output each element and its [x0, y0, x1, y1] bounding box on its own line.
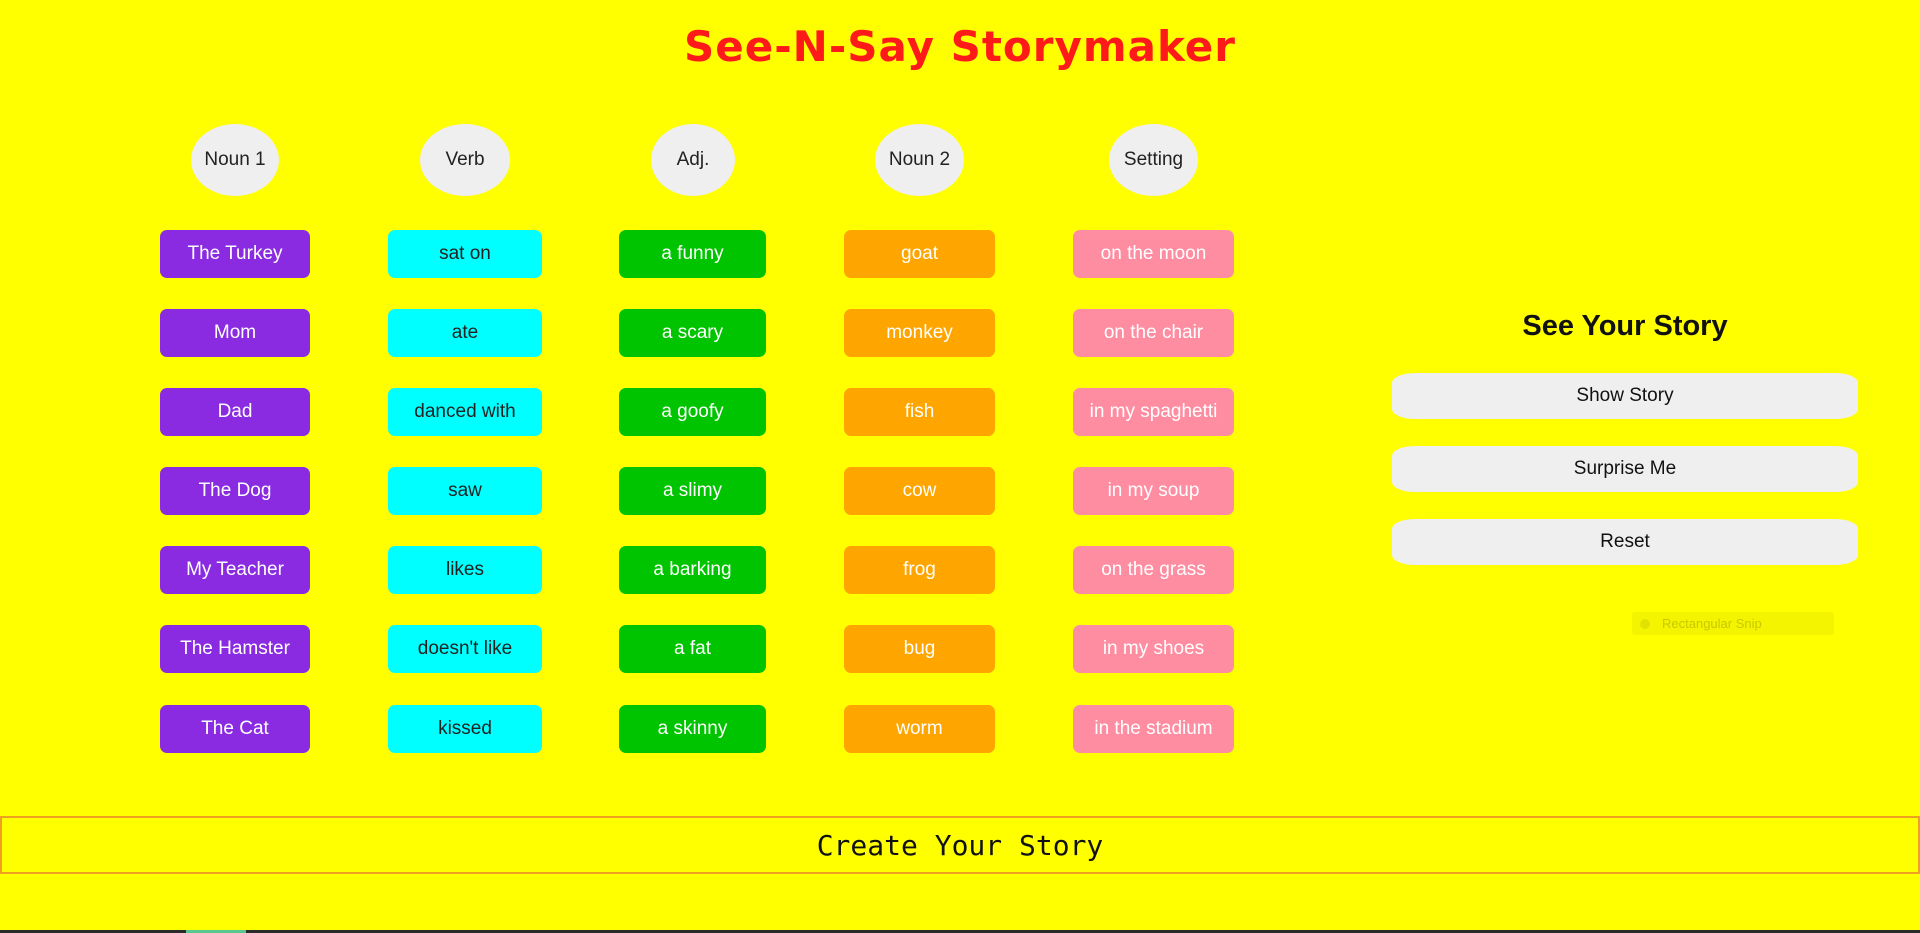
verb-button[interactable]: sat on [388, 230, 542, 278]
verb-button[interactable]: likes [388, 546, 542, 594]
show-story-button[interactable]: Show Story [1392, 373, 1858, 419]
adjective-button[interactable]: a slimy [619, 467, 766, 515]
setting-button[interactable]: in my spaghetti [1073, 388, 1234, 436]
snip-icon [1640, 618, 1650, 629]
verb-button[interactable]: danced with [388, 388, 542, 436]
story-heading: See Your Story [1522, 310, 1728, 342]
noun1-button[interactable]: Dad [160, 388, 310, 436]
verb-button[interactable]: kissed [388, 705, 542, 753]
column-header-noun1: Noun 1 [191, 124, 279, 196]
create-story-bar[interactable]: Create Your Story [0, 816, 1920, 874]
noun2-button[interactable]: bug [844, 625, 995, 673]
adjective-button[interactable]: a skinny [619, 705, 766, 753]
noun1-button[interactable]: Mom [160, 309, 310, 357]
column-header-setting: Setting [1109, 124, 1198, 196]
snip-label: Rectangular Snip [1662, 616, 1762, 631]
noun2-button[interactable]: goat [844, 230, 995, 278]
adjective-button[interactable]: a scary [619, 309, 766, 357]
verb-button[interactable]: saw [388, 467, 542, 515]
story-panel: See Your Story Show Story Surprise Me Re… [1392, 310, 1858, 592]
setting-button[interactable]: on the chair [1073, 309, 1234, 357]
setting-button[interactable]: on the moon [1073, 230, 1234, 278]
setting-button[interactable]: in the stadium [1073, 705, 1234, 753]
rectangular-snip-overlay[interactable]: Rectangular Snip [1632, 612, 1834, 635]
column-header-adjective: Adj. [651, 124, 735, 196]
storymaker-page: See-N-Say Storymaker Noun 1 The Turkey M… [0, 0, 1920, 933]
setting-button[interactable]: in my shoes [1073, 625, 1234, 673]
noun2-button[interactable]: cow [844, 467, 995, 515]
verb-button[interactable]: doesn't like [388, 625, 542, 673]
noun1-button[interactable]: My Teacher [160, 546, 310, 594]
adjective-button[interactable]: a fat [619, 625, 766, 673]
setting-button[interactable]: in my soup [1073, 467, 1234, 515]
noun1-button[interactable]: The Cat [160, 705, 310, 753]
column-header-noun2: Noun 2 [875, 124, 964, 196]
adjective-button[interactable]: a barking [619, 546, 766, 594]
column-header-verb: Verb [420, 124, 510, 196]
noun1-button[interactable]: The Hamster [160, 625, 310, 673]
noun2-button[interactable]: frog [844, 546, 995, 594]
noun1-button[interactable]: The Dog [160, 467, 310, 515]
adjective-button[interactable]: a funny [619, 230, 766, 278]
noun2-button[interactable]: monkey [844, 309, 995, 357]
setting-button[interactable]: on the grass [1073, 546, 1234, 594]
create-story-label: Create Your Story [816, 828, 1104, 862]
verb-button[interactable]: ate [388, 309, 542, 357]
surprise-me-button[interactable]: Surprise Me [1392, 446, 1858, 492]
page-title: See-N-Say Storymaker [684, 22, 1236, 71]
reset-button[interactable]: Reset [1392, 519, 1858, 565]
adjective-button[interactable]: a goofy [619, 388, 766, 436]
noun2-button[interactable]: worm [844, 705, 995, 753]
noun2-button[interactable]: fish [844, 388, 995, 436]
noun1-button[interactable]: The Turkey [160, 230, 310, 278]
